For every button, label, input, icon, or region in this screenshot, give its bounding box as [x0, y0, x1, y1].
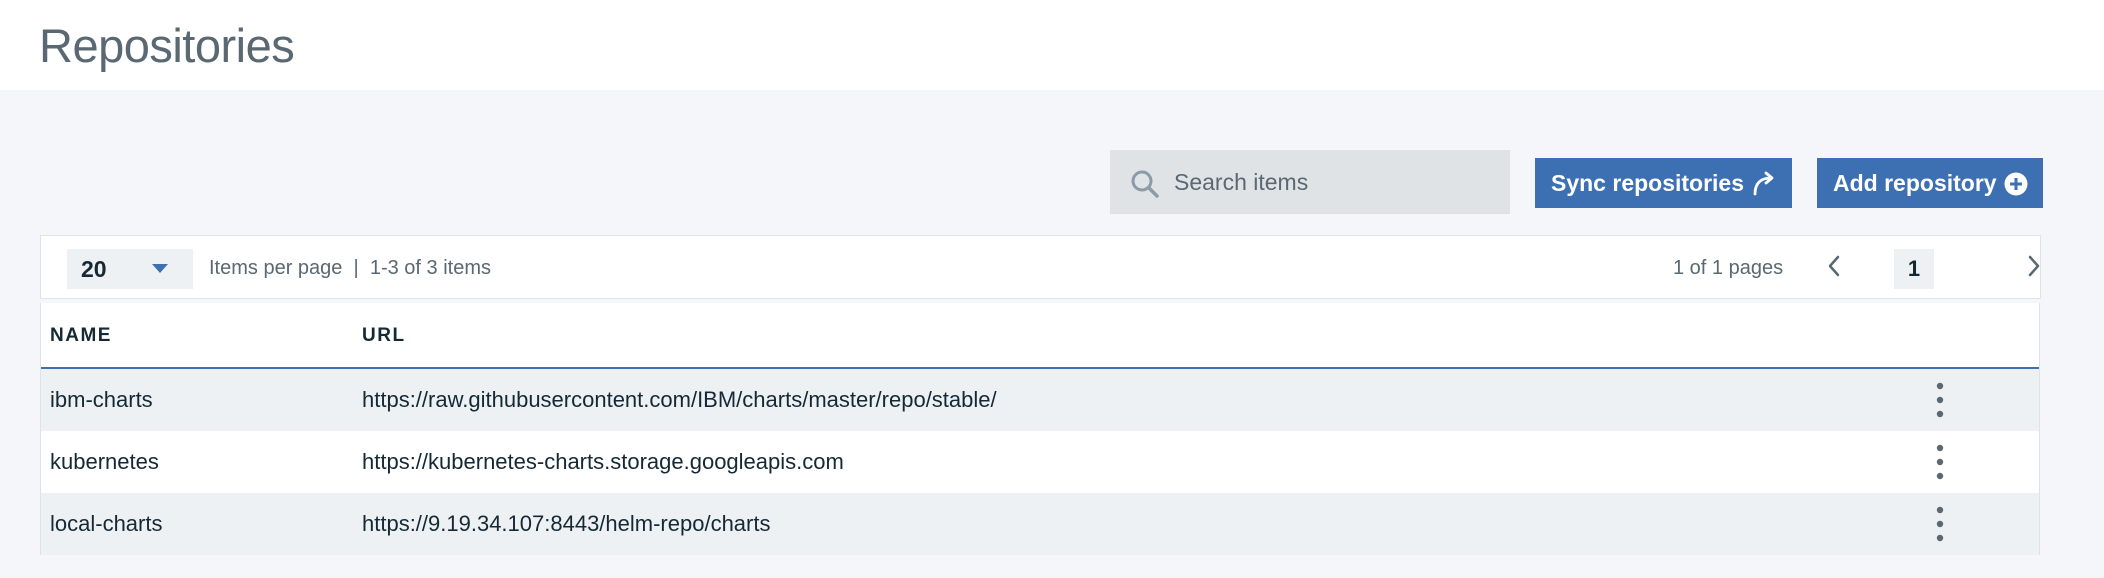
pages-info: 1 of 1 pages — [1673, 257, 1784, 279]
items-count-info: Items per page | 1-3 of 3 items — [209, 257, 491, 279]
search-box[interactable] — [1110, 150, 1510, 214]
search-input[interactable] — [1174, 150, 1494, 214]
repo-name: local-charts — [50, 511, 163, 536]
overflow-menu-icon[interactable] — [1932, 381, 1948, 419]
page-number-select[interactable]: 1 — [1894, 249, 1934, 289]
table-header: NAME URL — [41, 303, 2039, 369]
repo-name: kubernetes — [50, 449, 159, 474]
table-row[interactable]: ibm-charts https://raw.githubusercontent… — [41, 369, 2039, 431]
repositories-table: NAME URL ibm-charts https://raw.githubus… — [40, 303, 2040, 555]
chevron-right-icon[interactable] — [2022, 252, 2046, 280]
overflow-menu-icon[interactable] — [1932, 443, 1948, 481]
repo-url: https://kubernetes-charts.storage.google… — [362, 449, 844, 474]
chevron-left-icon[interactable] — [1822, 252, 1846, 280]
add-circle-icon — [2004, 172, 2028, 196]
column-header-url[interactable]: URL — [362, 325, 406, 347]
search-icon — [1131, 170, 1159, 198]
repo-url: https://raw.githubusercontent.com/IBM/ch… — [362, 387, 997, 412]
sync-repositories-button[interactable]: Sync repositories — [1535, 158, 1792, 208]
page-title: Repositories — [39, 19, 295, 72]
overflow-menu-icon[interactable] — [1932, 505, 1948, 543]
column-header-name[interactable]: NAME — [50, 325, 112, 347]
repo-url: https://9.19.34.107:8443/helm-repo/chart… — [362, 511, 771, 536]
sync-arrow-icon — [1753, 171, 1774, 196]
page-header: Repositories — [0, 0, 2104, 90]
caret-down-icon — [152, 264, 168, 273]
table-row[interactable]: kubernetes https://kubernetes-charts.sto… — [41, 431, 2039, 493]
sync-repositories-label: Sync repositories — [1551, 169, 1745, 196]
items-per-page-value: 20 — [81, 256, 107, 282]
pagination-bar: 20 Items per page | 1-3 of 3 items 1 of … — [40, 235, 2041, 299]
add-repository-button[interactable]: Add repository — [1817, 158, 2043, 208]
repo-name: ibm-charts — [50, 387, 153, 412]
add-repository-label: Add repository — [1833, 169, 1997, 196]
table-row[interactable]: local-charts https://9.19.34.107:8443/he… — [41, 493, 2039, 555]
items-per-page-select[interactable]: 20 — [67, 249, 193, 289]
